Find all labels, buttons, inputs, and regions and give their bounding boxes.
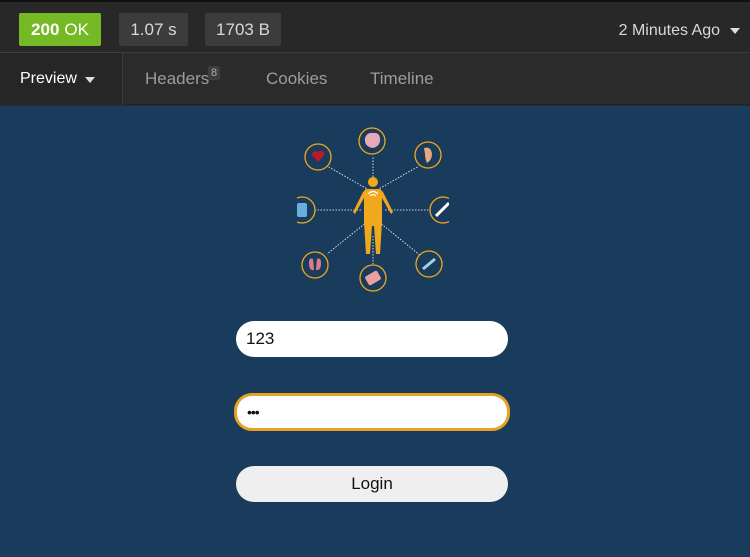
- response-bar: 200 OK 1.07 s 1703 B 2 Minutes Ago: [0, 0, 750, 53]
- syringe-icon: [429, 196, 449, 224]
- history-dropdown[interactable]: 2 Minutes Ago: [618, 22, 740, 40]
- tab-headers[interactable]: Headers: [145, 69, 209, 89]
- health-logo: [297, 127, 449, 292]
- response-time: 1.07 s: [119, 13, 188, 46]
- response-tabs: Preview Headers Cookies Timeline: [0, 53, 750, 105]
- chevron-down-icon: [85, 77, 95, 83]
- tab-timeline[interactable]: Timeline: [370, 69, 434, 89]
- time-ago-label: 2 Minutes Ago: [618, 22, 720, 39]
- response-size: 1703 B: [205, 13, 281, 46]
- password-input[interactable]: •••: [234, 393, 510, 431]
- username-value: 123: [246, 329, 275, 348]
- lungs-icon: [301, 251, 329, 279]
- tab-preview-label: Preview: [20, 70, 77, 87]
- status-badge: 200 OK: [19, 13, 101, 46]
- tab-cookies[interactable]: Cookies: [266, 69, 327, 89]
- status-code: 200: [31, 19, 60, 39]
- username-input[interactable]: 123: [236, 321, 508, 357]
- password-value: •••: [247, 404, 260, 420]
- headers-count-badge: 8: [208, 66, 221, 80]
- response-preview: 123 ••• Login: [0, 106, 750, 557]
- status-text: OK: [64, 19, 89, 39]
- tab-preview[interactable]: Preview: [0, 53, 123, 105]
- login-button[interactable]: Login: [236, 466, 508, 502]
- chevron-down-icon: [730, 28, 740, 34]
